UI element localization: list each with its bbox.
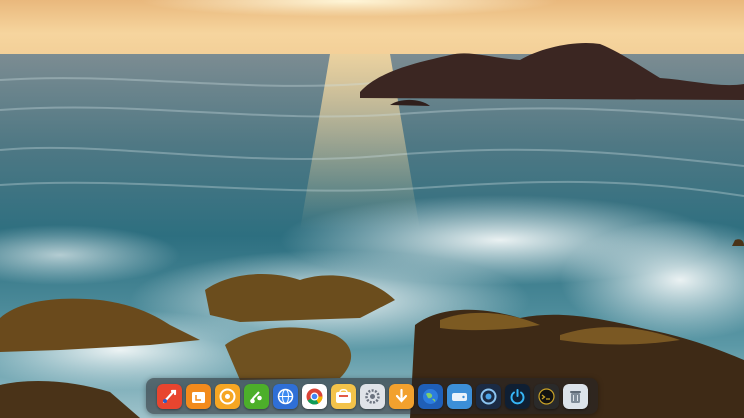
desktop [0,0,744,418]
file-manager-icon[interactable] [185,383,211,409]
settings-icon[interactable] [359,383,385,409]
terminal-icon[interactable] [533,383,559,409]
dock [146,378,598,414]
media-player-icon[interactable] [243,383,269,409]
power-icon[interactable] [504,383,530,409]
disk-drive-icon[interactable] [446,383,472,409]
download-icon[interactable] [388,383,414,409]
trash-icon[interactable] [562,383,588,409]
wallpaper-image [0,0,744,418]
music-player-icon[interactable] [214,383,240,409]
system-monitor-icon[interactable] [475,383,501,409]
web-browser-icon[interactable] [417,383,443,409]
network-globe-icon[interactable] [272,383,298,409]
launcher-icon[interactable] [156,383,182,409]
app-store-icon[interactable] [330,383,356,409]
chrome-browser-icon[interactable] [301,383,327,409]
